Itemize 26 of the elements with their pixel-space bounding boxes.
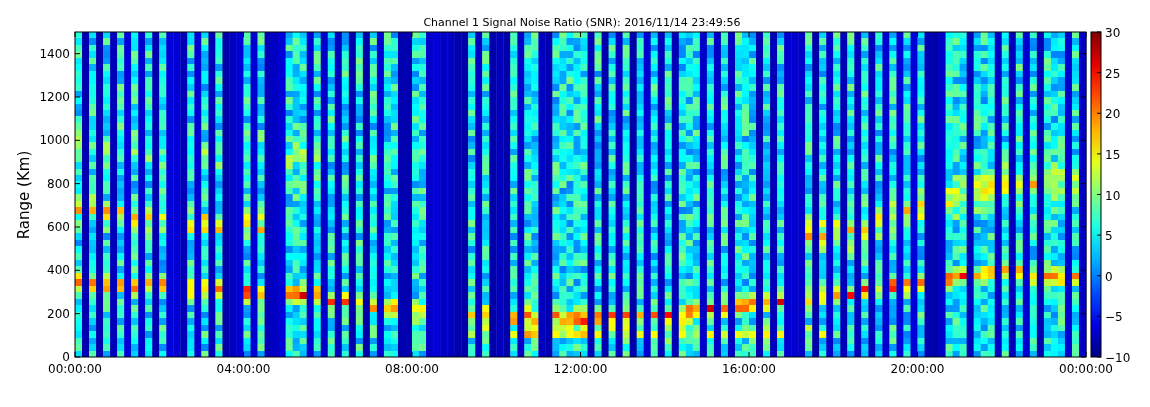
colorbar-tick-label: 30 [1105,26,1121,40]
chart-title: Channel 1 Signal Noise Ratio (SNR): 2016/11/14 23:49:56 [423,16,741,29]
y-tick-label: 1000 [39,133,70,148]
y-tick-label: 600 [47,220,70,234]
x-tick-label: 04:00:00 [216,362,271,376]
colorbar-tick-label: 20 [1105,107,1121,122]
y-tick-label: 1400 [39,46,70,61]
x-tick-label: 00:00:00 [48,362,102,376]
y-axis-label: Range (Km) [15,150,33,240]
colorbar-tick-label: 10 [1105,188,1121,203]
colorbar-tick-label: 15 [1105,147,1121,162]
y-tick-label: 0 [62,350,70,364]
colorbar-tick-label: 5 [1105,229,1113,244]
colorbar-tick-label: 25 [1105,66,1121,81]
y-tick-label: 400 [47,263,70,278]
x-tick-label: 20:00:00 [890,362,945,376]
x-tick-label: 08:00:00 [385,362,439,376]
colorbar-tick-label: −10 [1105,351,1131,365]
y-tick-label: 800 [47,176,70,191]
y-tick-label: 1200 [39,90,70,104]
x-tick-label: 12:00:00 [553,362,608,376]
x-tick-label: 16:00:00 [722,362,776,376]
y-tick-label: 200 [47,306,70,321]
colorbar-tick-label: 0 [1105,269,1113,284]
x-tick-label: 00:00:00 [1059,362,1113,376]
colorbar-tick-label: −5 [1105,310,1123,325]
